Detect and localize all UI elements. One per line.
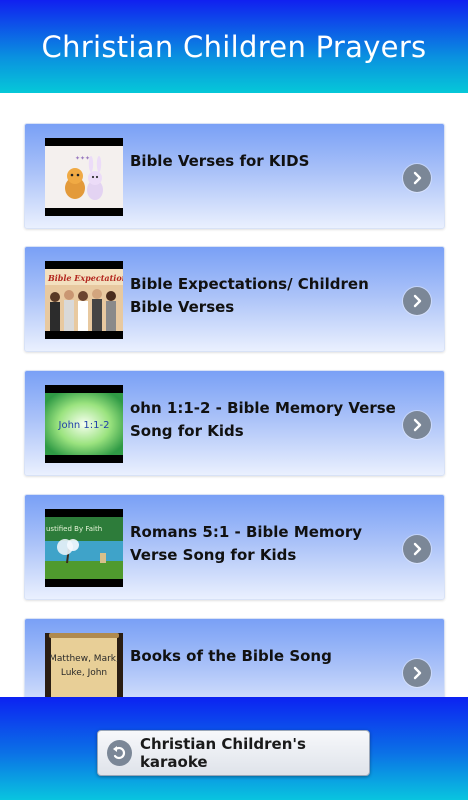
video-thumbnail: ✦✦✦ — [45, 138, 123, 216]
item-title: Bible Expectations/ Children Bible Verse… — [130, 275, 369, 316]
chevron-right-icon[interactable] — [403, 411, 431, 439]
item-title: Romans 5:1 - Bible Memory Verse Song for… — [130, 523, 363, 564]
item-title: Bible Verses for KIDS — [130, 152, 310, 170]
list-item[interactable]: Matthew, Mark, Luke, John Books of the B… — [24, 618, 445, 697]
chevron-right-icon[interactable] — [403, 659, 431, 687]
video-thumbnail: Matthew, Mark, Luke, John — [45, 633, 123, 697]
thumb-caption: John 1:1-2 — [58, 420, 110, 431]
item-title: ohn 1:1-2 - Bible Memory Verse Song for … — [130, 399, 396, 440]
thumb-caption: ustified By Faith — [46, 525, 102, 533]
svg-text:Matthew, Mark,: Matthew, Mark, — [49, 654, 119, 664]
list-item[interactable]: Bible Expectation Bible Expectations/ Ch… — [24, 246, 445, 352]
list-item[interactable]: John 1:1-2 ohn 1:1-2 - Bible Memory Vers… — [24, 370, 445, 476]
video-thumbnail: John 1:1-2 — [45, 385, 123, 463]
back-arrow-icon — [107, 740, 132, 766]
group-photo-image: Bible Expectation — [45, 269, 123, 331]
chevron-right-icon[interactable] — [403, 287, 431, 315]
svg-text:Luke, John: Luke, John — [61, 668, 107, 678]
svg-text:✦✦✦: ✦✦✦ — [75, 155, 90, 162]
karaoke-button[interactable]: Christian Children's karaoke — [97, 730, 370, 776]
video-thumbnail: ustified By Faith — [45, 509, 123, 587]
tree-landscape-image: ustified By Faith — [45, 517, 123, 579]
page-title: Christian Children Prayers — [41, 29, 427, 64]
thumb-caption: Bible Expectation — [47, 273, 123, 283]
video-list[interactable]: ✦✦✦ Bible Verses for KIDS Bible Expectat… — [0, 93, 468, 697]
chevron-right-icon[interactable] — [403, 535, 431, 563]
app-header: Christian Children Prayers — [0, 0, 468, 93]
karaoke-button-label: Christian Children's karaoke — [139, 735, 306, 771]
list-item[interactable]: ✦✦✦ Bible Verses for KIDS — [24, 123, 445, 229]
list-item[interactable]: ustified By Faith Romans 5:1 - Bible Mem… — [24, 494, 445, 600]
video-thumbnail: Bible Expectation — [45, 261, 123, 339]
chevron-right-icon[interactable] — [403, 164, 431, 192]
footer-bar: Christian Children's karaoke — [0, 697, 468, 800]
sunburst-image: John 1:1-2 — [45, 393, 123, 455]
scroll-parchment-image: Matthew, Mark, Luke, John — [45, 633, 123, 697]
item-title: Books of the Bible Song — [130, 647, 332, 665]
cartoon-animals-image: ✦✦✦ — [45, 146, 123, 208]
